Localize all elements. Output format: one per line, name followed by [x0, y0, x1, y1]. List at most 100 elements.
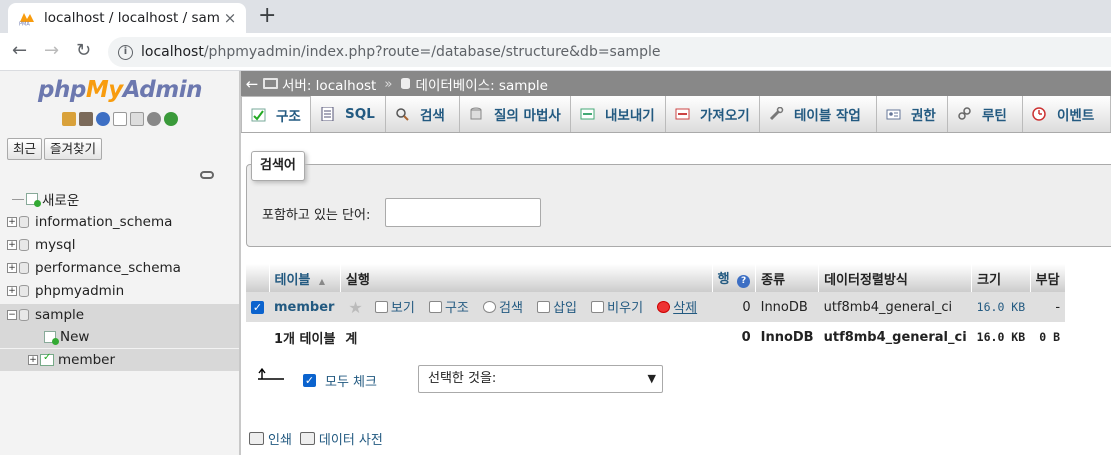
breadcrumb-database[interactable]: 데이터베이스: sample — [416, 74, 548, 94]
expand-icon[interactable]: + — [7, 217, 17, 227]
import-icon — [675, 107, 690, 121]
row-size[interactable]: 16.0 KB — [971, 292, 1031, 322]
footer-engine: InnoDB — [755, 322, 819, 352]
sort-asc-icon[interactable]: ▲ — [319, 277, 325, 286]
bottom-links: 인쇄 데이터 사전 — [249, 429, 383, 448]
with-selected-select[interactable]: 선택한 것을: ▼ — [418, 365, 663, 393]
tab-import[interactable]: 가져오기 — [666, 96, 760, 132]
tab-events[interactable]: 이벤트 — [1023, 96, 1111, 132]
forward-arrow-icon[interactable]: → — [44, 41, 59, 61]
tree-item-new[interactable]: 새로운 — [0, 188, 239, 210]
url-path: /phpmyadmin/index.php?route=/database/st… — [203, 44, 661, 60]
structure-icon — [428, 300, 442, 313]
recent-button[interactable]: 최근 — [7, 138, 43, 160]
help-icon[interactable]: ? — [737, 275, 751, 288]
tree-item-mysql[interactable]: + mysql — [0, 234, 239, 256]
header-checkbox-cell — [246, 264, 270, 292]
database-icon — [19, 239, 29, 251]
expand-icon[interactable]: + — [7, 263, 17, 273]
header-collation[interactable]: 데이터정렬방식 — [818, 264, 973, 292]
header-overhead[interactable]: 부담 — [1030, 264, 1066, 292]
close-tab-icon[interactable]: × — [222, 9, 238, 27]
empty-action[interactable]: 비우기 — [591, 297, 643, 316]
tree-item-sample[interactable]: − sample — [0, 304, 239, 326]
tab-search[interactable]: 검색 — [386, 96, 460, 132]
tab-privileges[interactable]: 권한 — [877, 96, 948, 132]
collapse-nav-arrow-icon[interactable]: ← — [241, 75, 263, 93]
browser-tab-title: localhost / localhost / sam — [44, 10, 220, 26]
table-name-link[interactable]: member — [269, 292, 341, 322]
expand-icon[interactable]: + — [7, 240, 17, 250]
header-action: 실행 — [340, 264, 713, 292]
gear-icon[interactable] — [147, 112, 161, 126]
structure-action[interactable]: 구조 — [428, 297, 469, 316]
tab-sql[interactable]: SQL — [311, 96, 386, 132]
expand-icon[interactable]: + — [28, 355, 38, 365]
filter-input[interactable] — [385, 198, 541, 227]
link-icon[interactable] — [200, 171, 214, 179]
new-tab-button[interactable]: + — [258, 4, 276, 28]
header-table[interactable]: 테이블 ▲ — [269, 264, 341, 292]
print-link[interactable]: 인쇄 — [249, 429, 292, 448]
data-dictionary-link[interactable]: 데이터 사전 — [299, 429, 383, 448]
filter-label: 포함하고 있는 단어: — [262, 208, 371, 223]
browser-tab[interactable]: PMA localhost / localhost / sam × — [8, 3, 246, 33]
tab-structure[interactable]: 구조 — [241, 96, 311, 132]
routines-icon — [957, 107, 972, 121]
site-info-icon[interactable]: i — [118, 44, 133, 60]
header-type[interactable]: 종류 — [755, 264, 820, 292]
header-size[interactable]: 크기 — [971, 264, 1031, 292]
tab-export[interactable]: 내보내기 — [571, 96, 666, 132]
browse-action[interactable]: 보기 — [374, 297, 415, 316]
breadcrumb-server[interactable]: 서버: localhost — [282, 74, 376, 94]
row-engine: InnoDB — [755, 292, 819, 322]
search-icon — [483, 300, 497, 313]
tree-item-member[interactable]: + member — [0, 349, 239, 371]
check-all-checkbox[interactable]: ✓ — [303, 374, 316, 387]
home-icon[interactable] — [62, 112, 76, 126]
breadcrumb: ← 서버: localhost » 데이터베이스: sample — [241, 71, 1111, 96]
back-arrow-icon[interactable]: ← — [12, 41, 27, 61]
address-bar[interactable]: i localhost/phpmyadmin/index.php?route=/… — [108, 37, 1111, 67]
tab-query[interactable]: 질의 마법사 — [460, 96, 571, 132]
search-icon — [395, 107, 410, 121]
favorite-star-icon[interactable]: ★ — [348, 298, 362, 317]
search-action[interactable]: 검색 — [483, 297, 523, 316]
tree-item-performance-schema[interactable]: + performance_schema — [0, 257, 239, 279]
expand-icon[interactable]: + — [7, 286, 17, 296]
tree-item-phpmyadmin[interactable]: + phpmyadmin — [0, 280, 239, 302]
docs-icon[interactable] — [113, 112, 127, 126]
refresh-icon[interactable] — [164, 112, 178, 126]
header-rows[interactable]: 행 ? — [712, 264, 757, 292]
help-icon[interactable] — [96, 112, 110, 126]
insert-action[interactable]: 삽입 — [537, 297, 577, 316]
empty-icon — [591, 300, 605, 313]
check-all[interactable]: ✓ 모두 체크 — [303, 371, 377, 390]
tree-item-sample-new[interactable]: New — [0, 326, 239, 348]
row-overhead: - — [1030, 292, 1066, 322]
footer-label: 1개 테이블 — [269, 322, 341, 352]
drop-action[interactable]: 삭제 — [657, 297, 697, 316]
row-checkbox[interactable]: ✓ — [251, 300, 264, 314]
main-tabs: 구조 SQL 검색 질의 마법사 내보내기 가져오기 테이블 작업 권한 루틴 … — [241, 96, 1111, 133]
check-all-label[interactable]: 모두 체크 — [325, 371, 377, 390]
exit-icon[interactable] — [79, 112, 93, 126]
filter-fieldset — [246, 164, 1111, 247]
breadcrumb-separator: » — [384, 75, 393, 92]
database-icon — [19, 285, 29, 297]
favorites-button[interactable]: 즐겨찾기 — [44, 138, 103, 160]
tab-operations[interactable]: 테이블 작업 — [760, 96, 877, 132]
main-content: ← 서버: localhost » 데이터베이스: sample 구조 SQL … — [241, 71, 1111, 455]
copy-icon[interactable] — [130, 112, 144, 126]
server-icon — [263, 78, 278, 89]
reload-icon[interactable]: ↻ — [76, 41, 91, 61]
query-icon — [469, 107, 484, 121]
collapse-icon[interactable]: − — [7, 310, 17, 320]
url-host: localhost — [141, 44, 204, 60]
chevron-down-icon: ▼ — [647, 372, 656, 385]
dictionary-icon — [299, 432, 315, 445]
phpmyadmin-logo[interactable]: phpMyAdmin — [38, 77, 202, 103]
sql-icon — [320, 106, 335, 122]
tree-item-information-schema[interactable]: + information_schema — [0, 211, 239, 233]
tab-routines[interactable]: 루틴 — [948, 96, 1023, 132]
